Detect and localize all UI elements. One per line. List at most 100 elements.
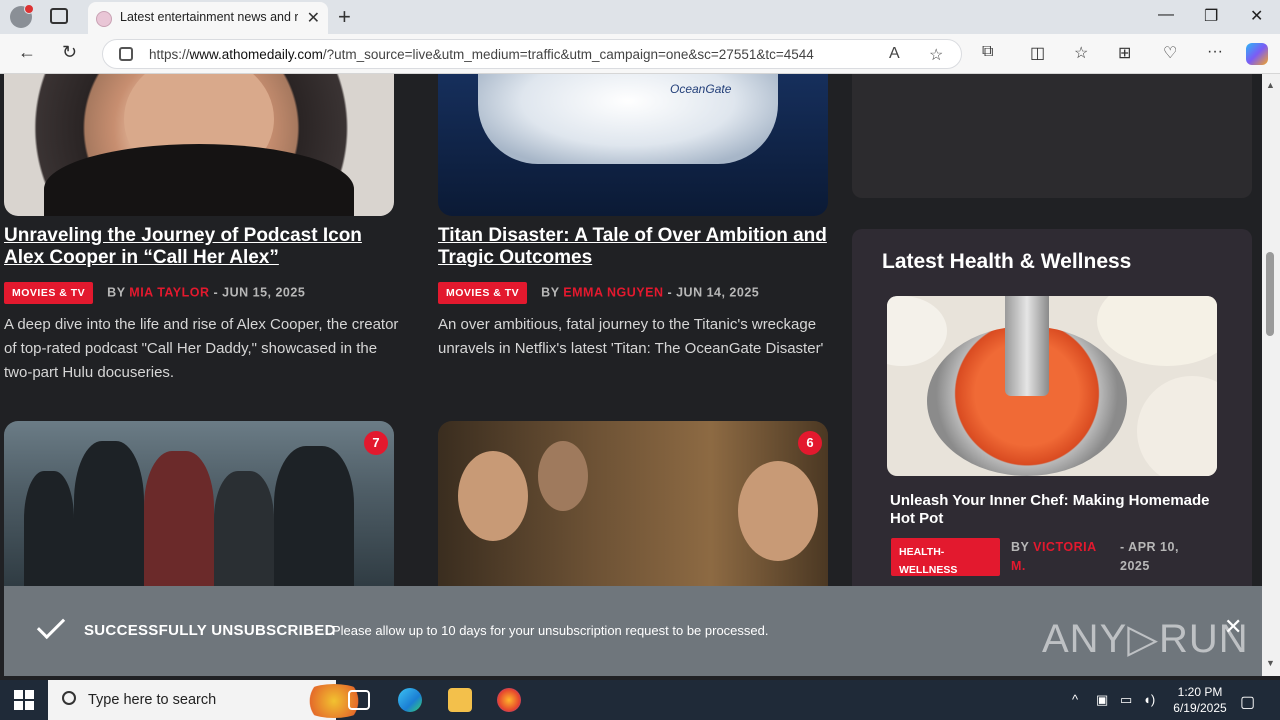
show-hidden-icons-icon[interactable]: ^ bbox=[1072, 692, 1078, 707]
chimney-shape bbox=[1005, 296, 1049, 396]
scroll-up-icon[interactable]: ▲ bbox=[1266, 80, 1275, 90]
start-tile bbox=[25, 701, 34, 710]
article-image-car-scene[interactable]: 6 bbox=[438, 421, 828, 591]
page-scrollbar[interactable]: ▲ ▼ bbox=[1262, 74, 1280, 676]
sidebar-ad-slot bbox=[852, 74, 1252, 198]
figure-shape bbox=[274, 446, 354, 591]
windows-taskbar: Type here to search ^ ▣ ▭ ◖) 1:20 PM 6/1… bbox=[0, 680, 1280, 720]
figure-shape bbox=[214, 471, 274, 591]
submersible-graphic: OceanGate bbox=[478, 74, 778, 164]
network-icon[interactable]: ▭ bbox=[1120, 692, 1132, 708]
banner-heading: SUCCESSFULLY UNSUBSCRIBED bbox=[84, 622, 336, 639]
clock-time: 1:20 PM bbox=[1177, 685, 1223, 699]
article-image-titan-submersible[interactable]: OceanGate bbox=[438, 74, 828, 216]
firefox-icon[interactable] bbox=[497, 688, 521, 712]
byline-prefix: BY bbox=[107, 285, 126, 300]
address-toolbar: ← ↻ https://www.athomedaily.com/?utm_sou… bbox=[0, 34, 1280, 74]
category-tag[interactable]: MOVIES & TV bbox=[438, 282, 528, 304]
banner-message: Please allow up to 10 days for your unsu… bbox=[332, 623, 769, 638]
rank-badge: 7 bbox=[364, 431, 388, 455]
browser-essentials-icon[interactable]: ♡ bbox=[1163, 43, 1177, 63]
url-text: https://www.athomedaily.com/?utm_source=… bbox=[149, 47, 814, 62]
author-link[interactable]: MIA TAYLOR bbox=[129, 285, 209, 299]
copilot-icon[interactable] bbox=[1246, 43, 1268, 65]
sidebar-byline: BY VICTORIA M. bbox=[1011, 538, 1111, 576]
start-tile bbox=[25, 690, 34, 699]
figure-shape bbox=[738, 461, 818, 561]
search-icon bbox=[62, 691, 76, 705]
device-icon[interactable]: ▣ bbox=[1096, 692, 1108, 708]
article-date: - APR 10, 2025 bbox=[1120, 540, 1179, 573]
browser-tab-active[interactable]: Latest entertainment news and re ✕ bbox=[88, 2, 328, 34]
byline-prefix: BY bbox=[541, 285, 560, 300]
web-page: Unraveling the Journey of Podcast Icon A… bbox=[0, 74, 1262, 676]
figure-shape bbox=[458, 451, 528, 541]
extensions-icon[interactable]: ⧉ bbox=[982, 43, 993, 61]
more-menu-icon[interactable]: ··· bbox=[1207, 43, 1223, 61]
category-tag[interactable]: MOVIES & TV bbox=[4, 282, 94, 304]
article-excerpt: An over ambitious, fatal journey to the … bbox=[438, 316, 824, 357]
tab-title: Latest entertainment news and re bbox=[120, 10, 298, 24]
scrollbar-thumb[interactable] bbox=[1266, 252, 1274, 336]
split-screen-icon[interactable]: ◫ bbox=[1030, 43, 1045, 63]
author-link[interactable]: EMMA NGUYEN bbox=[563, 285, 663, 299]
plate-shape bbox=[1137, 376, 1217, 476]
volume-icon[interactable]: ◖) bbox=[1143, 692, 1155, 707]
minimize-icon[interactable]: — bbox=[1158, 6, 1174, 24]
figure-shape bbox=[74, 441, 144, 591]
rank-badge: 6 bbox=[798, 431, 822, 455]
restore-icon[interactable]: ❐ bbox=[1204, 6, 1218, 26]
site-info-icon[interactable] bbox=[119, 47, 133, 61]
article-meta: MOVIES & TV BY EMMA NGUYEN - JUN 14, 202… bbox=[438, 282, 759, 304]
article-title-link[interactable]: Unraveling the Journey of Podcast Icon A… bbox=[4, 225, 404, 269]
back-icon[interactable]: ← bbox=[18, 42, 36, 63]
profile-icon[interactable] bbox=[10, 4, 34, 28]
unsubscribe-banner: SUCCESSFULLY UNSUBSCRIBED Please allow u… bbox=[4, 586, 1262, 676]
edge-icon[interactable] bbox=[398, 688, 422, 712]
article-image-hot-pot[interactable] bbox=[887, 296, 1217, 476]
task-view-icon[interactable] bbox=[348, 690, 370, 710]
article-date: - JUN 15, 2025 bbox=[213, 285, 306, 300]
favorites-icon[interactable]: ☆ bbox=[1074, 43, 1088, 63]
window-close-icon[interactable]: ✕ bbox=[1250, 6, 1263, 26]
category-tag[interactable]: HEALTH-WELLNESS bbox=[891, 538, 1000, 576]
clock-date: 6/19/2025 bbox=[1173, 701, 1227, 715]
article-image-cast-group[interactable]: 7 bbox=[4, 421, 394, 591]
new-tab-icon[interactable]: + bbox=[338, 4, 351, 30]
start-tile bbox=[14, 690, 23, 699]
collections-icon[interactable]: ⊞ bbox=[1118, 43, 1131, 63]
article-image-alex-cooper[interactable] bbox=[4, 74, 394, 216]
taskbar-search-box[interactable]: Type here to search bbox=[48, 680, 370, 720]
search-placeholder: Type here to search bbox=[88, 692, 217, 708]
read-aloud-icon[interactable]: A bbox=[889, 45, 900, 63]
url-field[interactable]: https://www.athomedaily.com/?utm_source=… bbox=[102, 39, 962, 69]
tab-actions-icon[interactable] bbox=[50, 8, 68, 24]
byline-prefix: BY bbox=[1011, 540, 1030, 554]
figure-shape bbox=[538, 441, 588, 511]
tab-close-icon[interactable]: ✕ bbox=[307, 8, 320, 28]
notifications-icon[interactable]: ▢ bbox=[1240, 692, 1255, 712]
article-meta: MOVIES & TV BY MIA TAYLOR - JUN 15, 2025 bbox=[4, 282, 305, 304]
image-lettering: OceanGate bbox=[670, 82, 732, 96]
taskbar-clock[interactable]: 1:20 PM 6/19/2025 bbox=[1168, 684, 1232, 716]
refresh-icon[interactable]: ↻ bbox=[62, 42, 77, 63]
scroll-down-icon[interactable]: ▼ bbox=[1266, 658, 1275, 668]
file-explorer-icon[interactable] bbox=[448, 688, 472, 712]
banner-close-icon[interactable]: ✕ bbox=[1224, 614, 1242, 640]
favorite-star-icon[interactable]: ☆ bbox=[929, 45, 943, 65]
figure-shape bbox=[144, 451, 214, 591]
checkmark-icon bbox=[36, 610, 66, 640]
article-excerpt: A deep dive into the life and rise of Al… bbox=[4, 316, 399, 381]
sidebar-article-title[interactable]: Unleash Your Inner Chef: Making Homemade… bbox=[890, 492, 1220, 528]
start-tile bbox=[14, 701, 23, 710]
browser-tab-bar: Latest entertainment news and re ✕ + — ❐… bbox=[0, 0, 1280, 34]
windows-start-icon[interactable] bbox=[14, 690, 34, 710]
widget-title: Latest Health & Wellness bbox=[882, 250, 1132, 273]
site-favicon-icon bbox=[96, 11, 112, 27]
anyrun-watermark: ANY▷RUN bbox=[1042, 617, 1249, 661]
article-title-link[interactable]: Titan Disaster: A Tale of Over Ambition … bbox=[438, 225, 838, 269]
plate-shape bbox=[1097, 296, 1217, 366]
figure-shape bbox=[24, 471, 74, 591]
plate-shape bbox=[887, 296, 947, 366]
article-date: - JUN 14, 2025 bbox=[667, 285, 760, 300]
